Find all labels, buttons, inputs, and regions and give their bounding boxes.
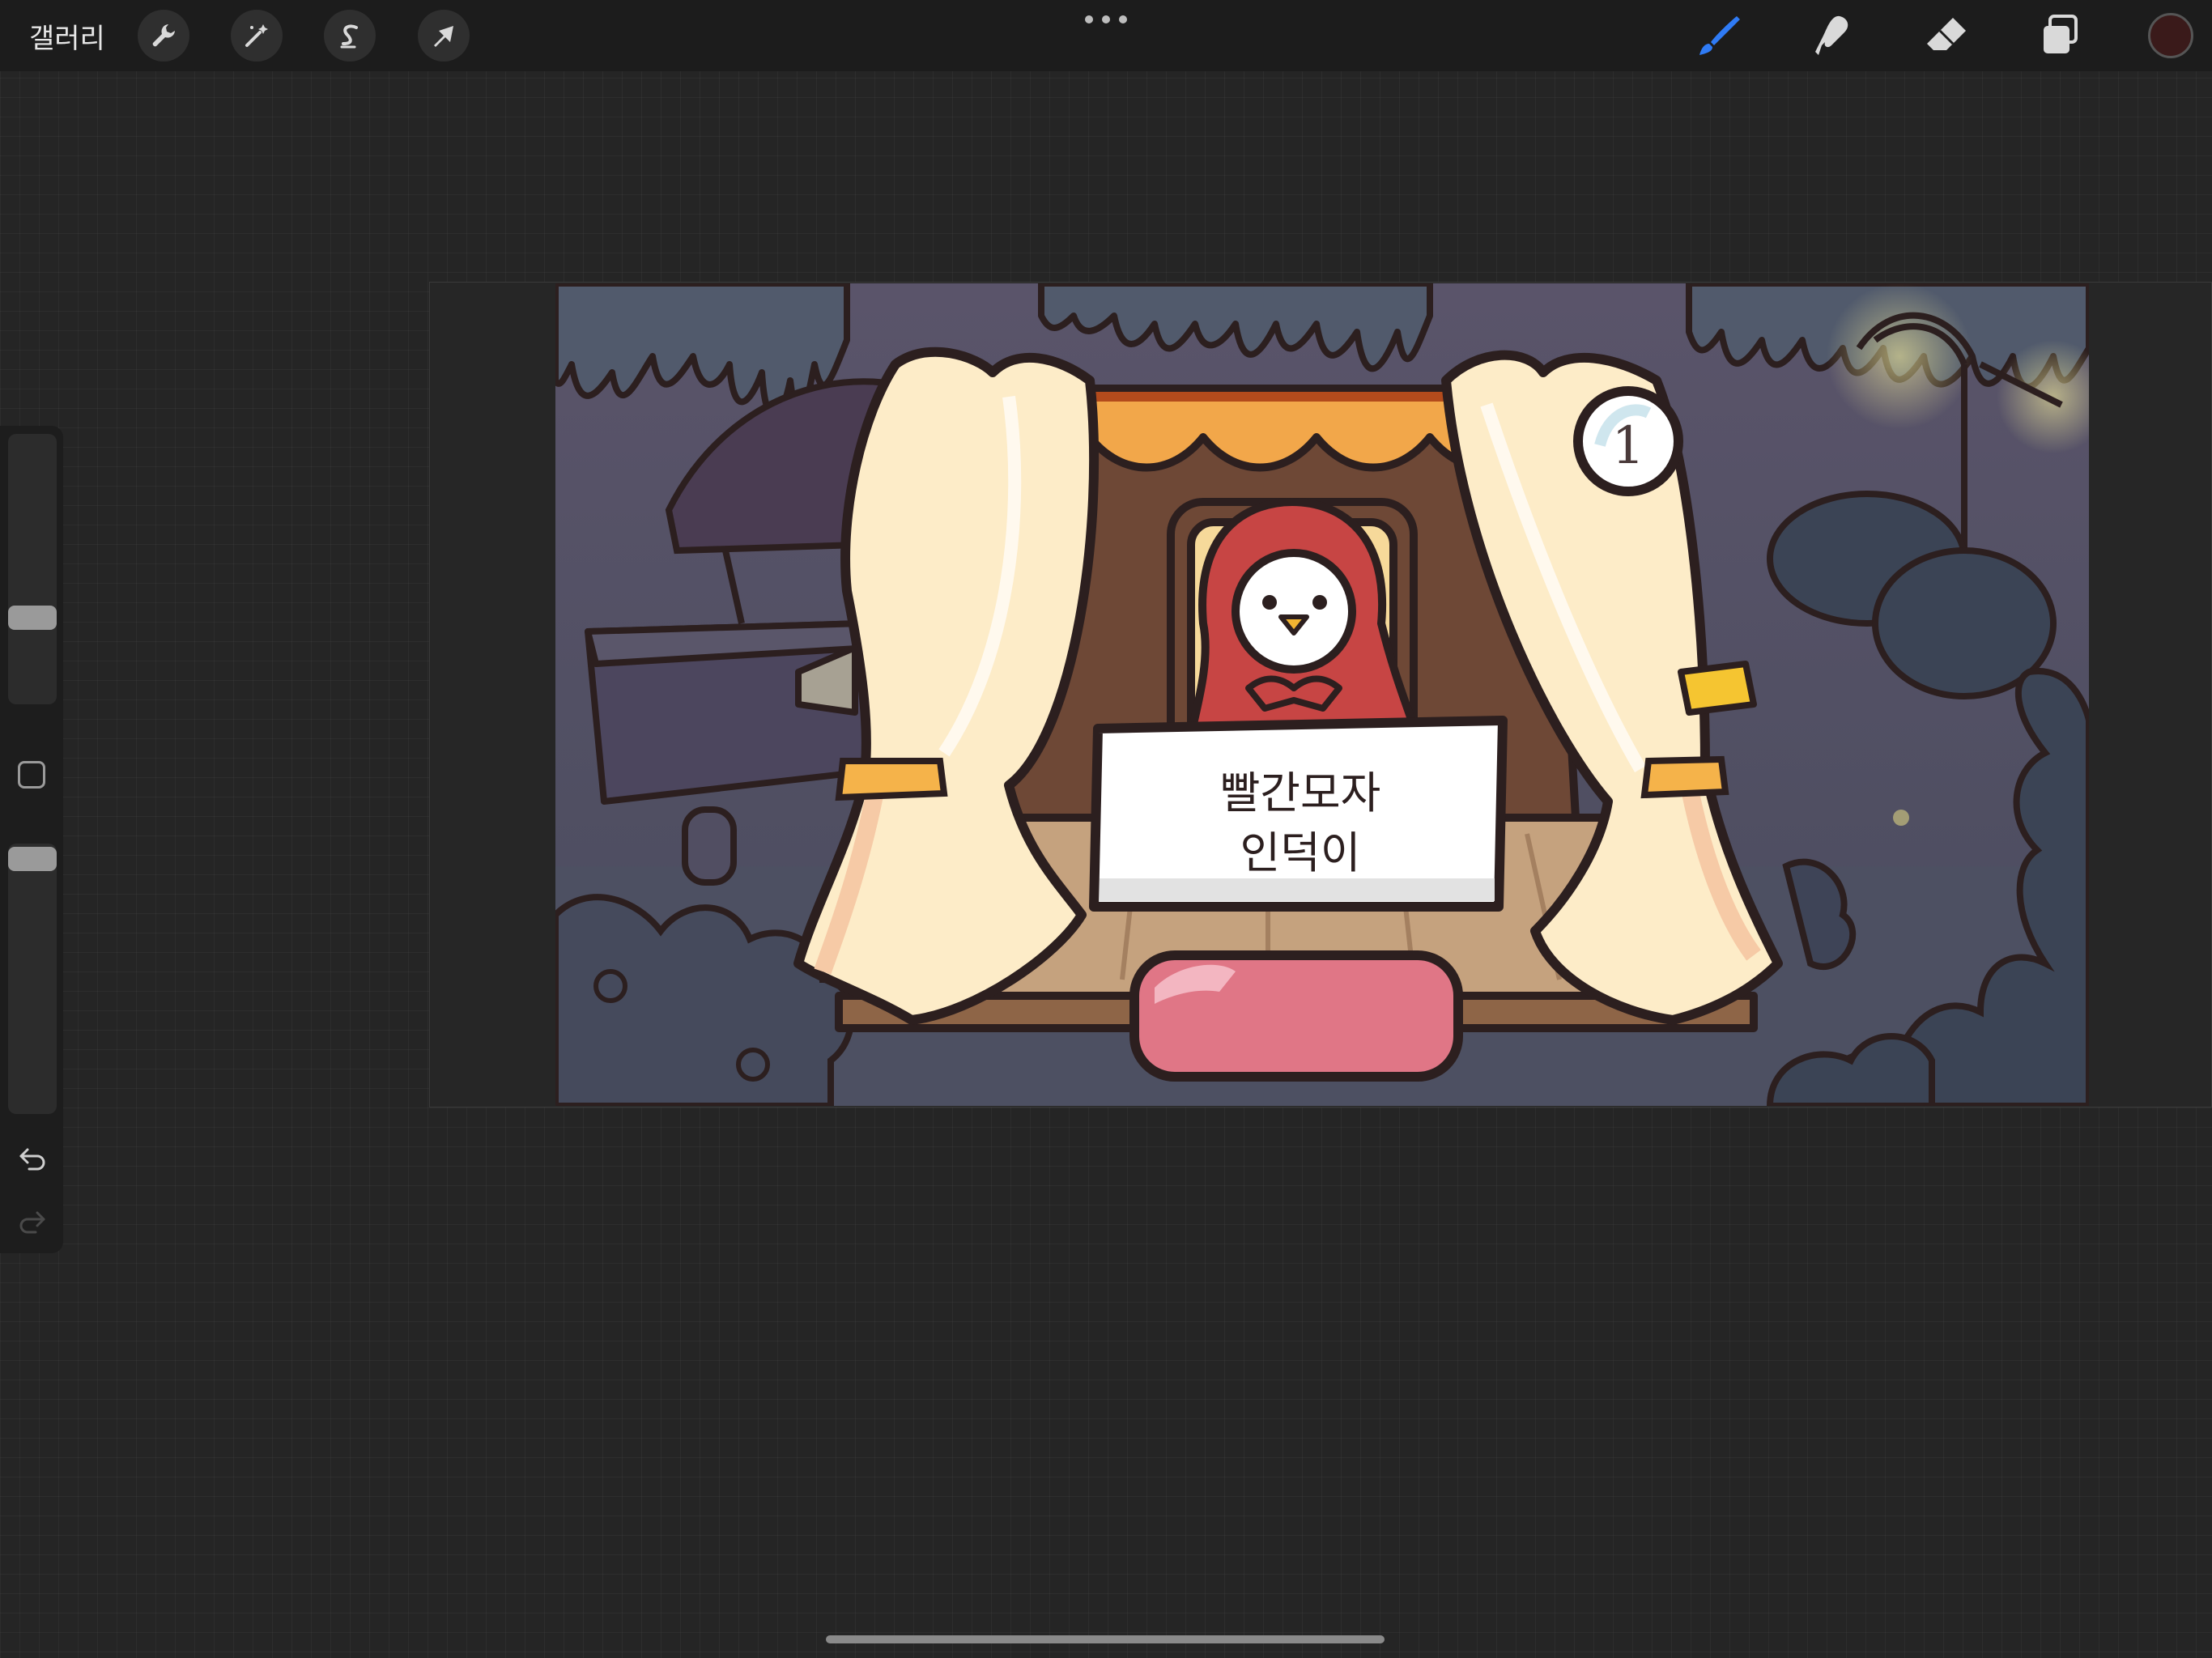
gallery-button[interactable]: 갤러리 bbox=[29, 16, 105, 56]
layers-button[interactable] bbox=[2034, 10, 2086, 62]
medallion-number: 1 bbox=[1612, 416, 1645, 476]
home-indicator[interactable] bbox=[826, 1635, 1385, 1643]
brush-button[interactable] bbox=[1693, 10, 1745, 62]
eraser-icon bbox=[1927, 18, 1966, 50]
opacity-handle[interactable] bbox=[8, 847, 57, 871]
side-toolbar bbox=[0, 426, 63, 1253]
brush-size-handle[interactable] bbox=[8, 606, 57, 630]
sign-line2: 인덕이 bbox=[1240, 827, 1360, 878]
eraser-button[interactable] bbox=[1921, 10, 1972, 62]
opacity-slider[interactable] bbox=[8, 844, 57, 1114]
modify-button[interactable] bbox=[18, 761, 45, 789]
dot-icon bbox=[1119, 15, 1127, 23]
smudge-button[interactable] bbox=[1806, 10, 1857, 62]
sign-line1: 빨간모자 bbox=[1220, 767, 1381, 818]
artwork-illustration: 빨간모자 인덕이 1 bbox=[555, 283, 2089, 1106]
top-toolbar: 갤러리 bbox=[0, 0, 2212, 71]
arrow-cursor-icon bbox=[434, 26, 453, 47]
actions-button[interactable] bbox=[138, 10, 189, 62]
wrench-icon bbox=[152, 24, 175, 47]
transform-button[interactable] bbox=[418, 10, 470, 62]
magic-wand-icon bbox=[245, 24, 268, 47]
undo-icon bbox=[19, 1148, 45, 1171]
selection-button[interactable] bbox=[324, 10, 376, 62]
artwork-canvas[interactable]: 빨간모자 인덕이 1 bbox=[555, 283, 2089, 1106]
redo-button[interactable] bbox=[15, 1203, 50, 1239]
layers-icon bbox=[2044, 15, 2078, 53]
dot-icon bbox=[1085, 15, 1093, 23]
dot-icon bbox=[1102, 15, 1110, 23]
smudge-icon bbox=[1815, 15, 1848, 55]
adjustments-button[interactable] bbox=[231, 10, 283, 62]
color-picker-button[interactable] bbox=[2148, 13, 2193, 58]
more-options-button[interactable] bbox=[1085, 5, 1127, 34]
brush-size-slider[interactable] bbox=[8, 434, 57, 704]
brush-icon bbox=[1699, 16, 1740, 55]
redo-icon bbox=[19, 1211, 45, 1234]
selection-s-icon bbox=[340, 24, 358, 49]
undo-button[interactable] bbox=[15, 1140, 50, 1175]
